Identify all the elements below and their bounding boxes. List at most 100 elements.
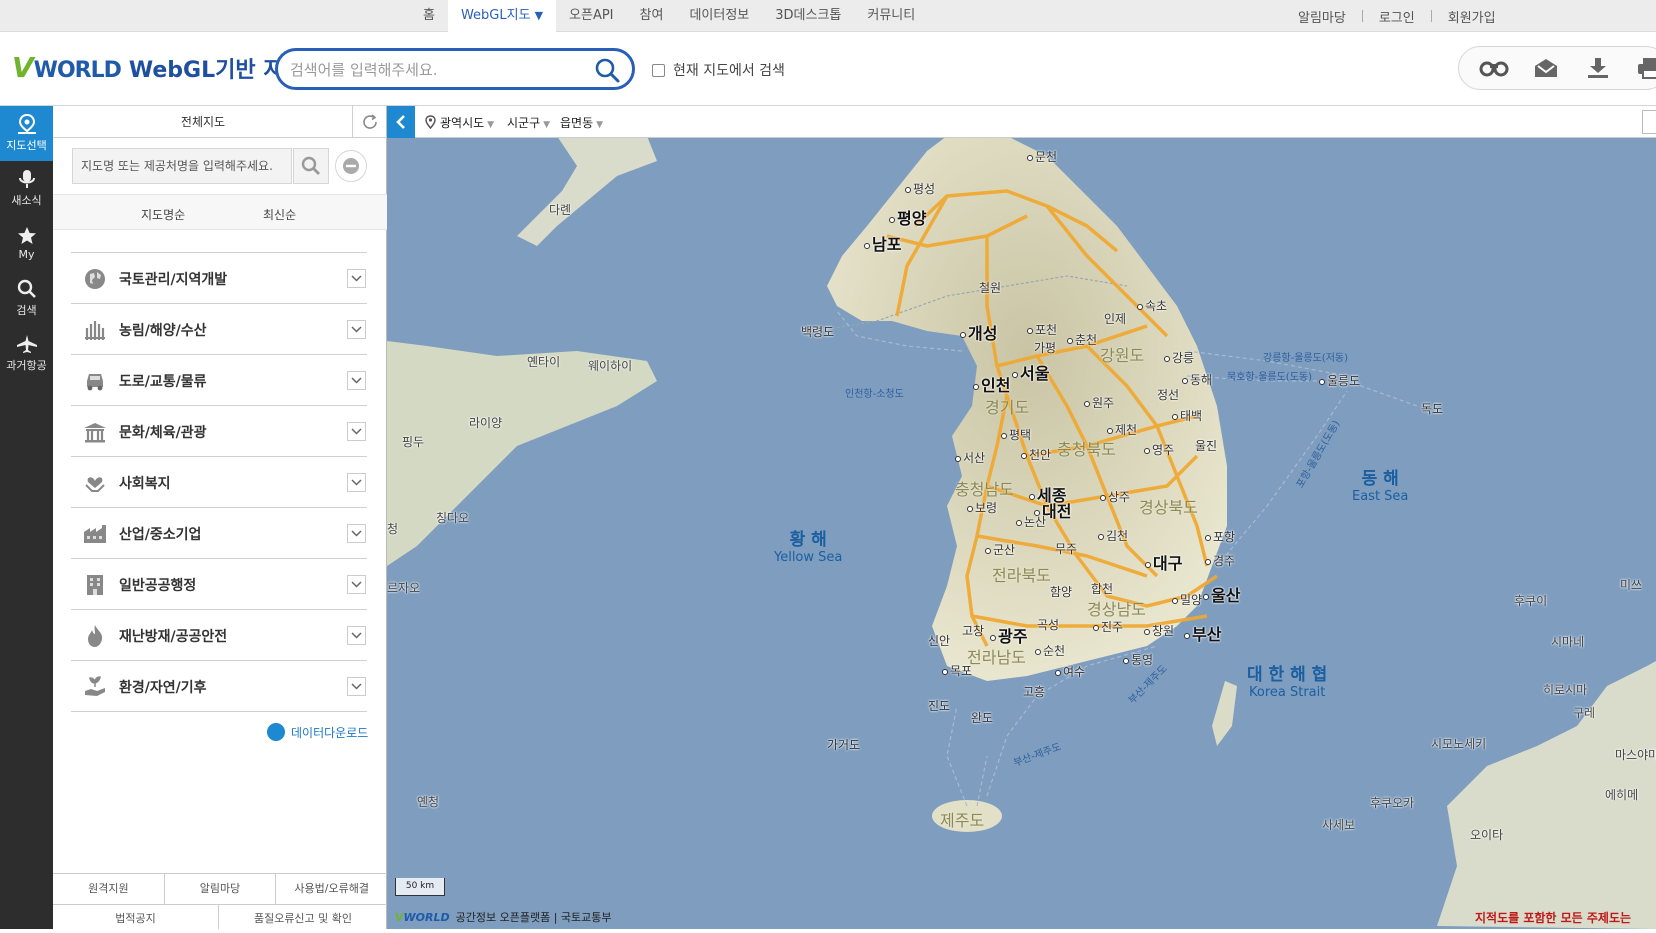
town-label[interactable]: 진주 bbox=[1093, 618, 1123, 635]
rail-map-select[interactable]: 지도선택 bbox=[0, 106, 53, 161]
town-label[interactable]: 영주 bbox=[1144, 441, 1174, 458]
map-tool-edge[interactable] bbox=[1642, 110, 1656, 134]
login-link[interactable]: 로그인 bbox=[1363, 7, 1431, 26]
remote-support-link[interactable]: 원격지원 bbox=[53, 874, 165, 904]
quality-report-link[interactable]: 품질오류신고 및 확인 bbox=[219, 905, 387, 929]
town-label[interactable]: 곡성 bbox=[1037, 616, 1059, 633]
town-label[interactable]: 창원 bbox=[1144, 622, 1174, 639]
town-label[interactable]: 목포 bbox=[942, 662, 972, 679]
city-label[interactable]: 울산 bbox=[1203, 582, 1240, 606]
town-label[interactable]: 포천 bbox=[1027, 321, 1057, 338]
province-select[interactable]: 광역시도 ▼ bbox=[440, 114, 494, 131]
sort-by-recent[interactable]: 최신순 bbox=[263, 206, 296, 223]
binoculars-icon[interactable] bbox=[1479, 55, 1509, 81]
rail-my[interactable]: My bbox=[0, 216, 53, 271]
town-label[interactable]: 군산 bbox=[985, 541, 1015, 558]
town-label[interactable]: 울릉도 bbox=[1319, 372, 1360, 389]
chevron-down-icon[interactable] bbox=[347, 269, 366, 288]
nav-data-info[interactable]: 데이터정보 bbox=[676, 0, 762, 32]
chevron-down-icon[interactable] bbox=[347, 422, 366, 441]
mail-icon[interactable] bbox=[1531, 55, 1561, 81]
town-label[interactable]: 태백 bbox=[1172, 407, 1202, 424]
town-label[interactable]: 진도 bbox=[928, 697, 950, 714]
town-label[interactable]: 밀양 bbox=[1172, 591, 1202, 608]
category-public-admin[interactable]: 일반공공행정 bbox=[71, 559, 367, 610]
search-input[interactable] bbox=[290, 60, 580, 80]
town-label[interactable]: 고창 bbox=[962, 622, 984, 639]
city-label[interactable]: 남포 bbox=[864, 231, 901, 255]
rail-news[interactable]: 새소식 bbox=[0, 161, 53, 216]
nav-home[interactable]: 홈 bbox=[410, 0, 448, 32]
town-label[interactable]: 통영 bbox=[1123, 651, 1153, 668]
city-label[interactable]: 평양 bbox=[889, 205, 926, 229]
chevron-down-icon[interactable] bbox=[347, 524, 366, 543]
chevron-down-icon[interactable] bbox=[347, 677, 366, 696]
town-label[interactable]: 포항 bbox=[1205, 528, 1235, 545]
town-label[interactable]: 강릉 bbox=[1164, 349, 1194, 366]
category-land-management[interactable]: 국토관리/지역개발 bbox=[71, 253, 367, 304]
help-link[interactable]: 사용법/오류해결 bbox=[276, 874, 387, 904]
category-road-transport[interactable]: 도로/교통/물류 bbox=[71, 355, 367, 406]
town-label[interactable]: 백령도 bbox=[801, 323, 834, 340]
town-label[interactable]: 완도 bbox=[971, 709, 993, 726]
town-label[interactable]: 정선 bbox=[1157, 386, 1179, 403]
chevron-down-icon[interactable] bbox=[347, 575, 366, 594]
town-label[interactable]: 보령 bbox=[967, 499, 997, 516]
vworld-logo[interactable]: V WORLD WebGL기반 지도 bbox=[12, 52, 304, 84]
town-label[interactable]: 울진 bbox=[1195, 437, 1217, 454]
download-icon[interactable] bbox=[1583, 55, 1613, 81]
notice-board-link[interactable]: 알림마당 bbox=[165, 874, 277, 904]
city-label[interactable]: 개성 bbox=[960, 320, 997, 344]
town-label[interactable]: 김천 bbox=[1098, 527, 1128, 544]
town-label[interactable]: 고흥 bbox=[1023, 683, 1045, 700]
signup-link[interactable]: 회원가입 bbox=[1432, 7, 1512, 26]
nav-webgl-map[interactable]: WebGL지도 ▼ bbox=[447, 0, 557, 32]
data-download-link[interactable]: 데이터다운로드 bbox=[267, 723, 368, 741]
town-label[interactable]: 인제 bbox=[1104, 310, 1126, 327]
town-label[interactable]: 신안 bbox=[928, 632, 950, 649]
legal-notice-link[interactable]: 법적공지 bbox=[53, 905, 219, 929]
town-label[interactable]: 동해 bbox=[1182, 371, 1212, 388]
town-label[interactable]: 경주 bbox=[1205, 552, 1235, 569]
town-label[interactable]: 철원 bbox=[979, 279, 1001, 296]
category-culture-tourism[interactable]: 문화/체육/관광 bbox=[71, 406, 367, 457]
tab-all-maps[interactable]: 전체지도 bbox=[53, 106, 353, 138]
town-label[interactable]: 제천 bbox=[1107, 421, 1137, 438]
town-label[interactable]: 순천 bbox=[1035, 642, 1065, 659]
town-label[interactable]: 무주 bbox=[1055, 540, 1077, 557]
city-label[interactable]: 대구 bbox=[1145, 550, 1182, 574]
collapse-panel-button[interactable] bbox=[387, 106, 415, 138]
town-label[interactable]: 가평 bbox=[1034, 339, 1056, 356]
chevron-down-icon[interactable] bbox=[347, 320, 366, 339]
map-name-search-input[interactable] bbox=[72, 148, 292, 184]
category-environment[interactable]: 환경/자연/기후 bbox=[71, 661, 367, 712]
rail-search[interactable]: 검색 bbox=[0, 271, 53, 326]
category-industry[interactable]: 산업/중소기업 bbox=[71, 508, 367, 559]
city-label[interactable]: 인천 bbox=[973, 372, 1010, 396]
nav-3d-desktop[interactable]: 3D데스크톱 bbox=[762, 0, 854, 32]
town-label[interactable]: 가거도 bbox=[827, 736, 860, 753]
category-agriculture[interactable]: 농림/해양/수산 bbox=[71, 304, 367, 355]
rail-aerial-history[interactable]: 과거항공 bbox=[0, 326, 53, 381]
map-view[interactable]: 광역시도 ▼ 시군구 ▼ 읍면동 ▼ 황 해 Yellow Sea 동 해 East Se… bbox=[387, 106, 1656, 929]
town-label[interactable]: 평택 bbox=[1001, 426, 1031, 443]
town-label[interactable]: 속초 bbox=[1137, 297, 1167, 314]
chevron-down-icon[interactable] bbox=[347, 371, 366, 390]
notice-link[interactable]: 알림마당 bbox=[1282, 7, 1362, 26]
district-select[interactable]: 시군구 ▼ bbox=[507, 114, 550, 131]
clear-button[interactable] bbox=[335, 150, 367, 182]
town-label[interactable]: 합천 bbox=[1091, 580, 1113, 597]
chevron-down-icon[interactable] bbox=[347, 626, 366, 645]
search-icon[interactable] bbox=[594, 57, 620, 83]
town-label[interactable]: 상주 bbox=[1100, 488, 1130, 505]
panel-search-button[interactable] bbox=[293, 148, 329, 184]
nav-community[interactable]: 커뮤니티 bbox=[854, 0, 928, 32]
town-label[interactable]: 독도 bbox=[1421, 400, 1443, 417]
city-label[interactable]: 서울 bbox=[1012, 360, 1049, 384]
town-label[interactable]: 춘천 bbox=[1067, 331, 1097, 348]
map-search-option[interactable]: 현재 지도에서 검색 bbox=[652, 60, 785, 80]
town-label[interactable]: 원주 bbox=[1084, 394, 1114, 411]
town-label[interactable]: 서산 bbox=[955, 449, 985, 466]
town-label[interactable]: 천안 bbox=[1021, 446, 1051, 463]
town-label[interactable]: 논산 bbox=[1016, 513, 1046, 530]
